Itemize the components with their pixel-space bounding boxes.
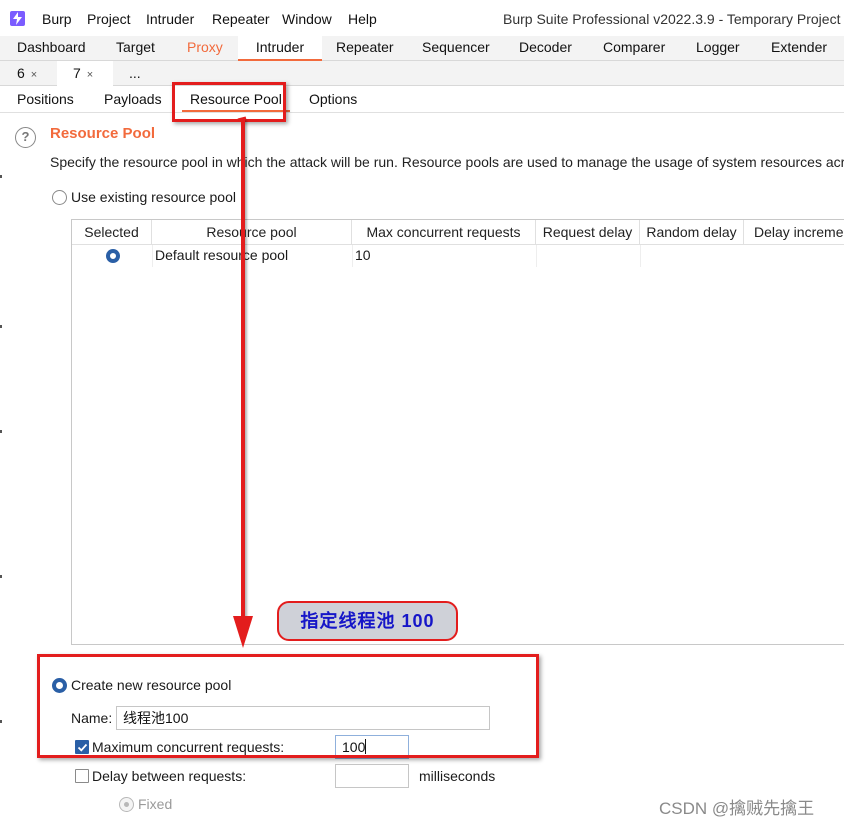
annotation-callout: 指定线程池 100 (277, 601, 458, 641)
watermark: CSDN @擒贼先擒王 (659, 799, 815, 818)
annotation-arrow-icon (233, 116, 253, 648)
